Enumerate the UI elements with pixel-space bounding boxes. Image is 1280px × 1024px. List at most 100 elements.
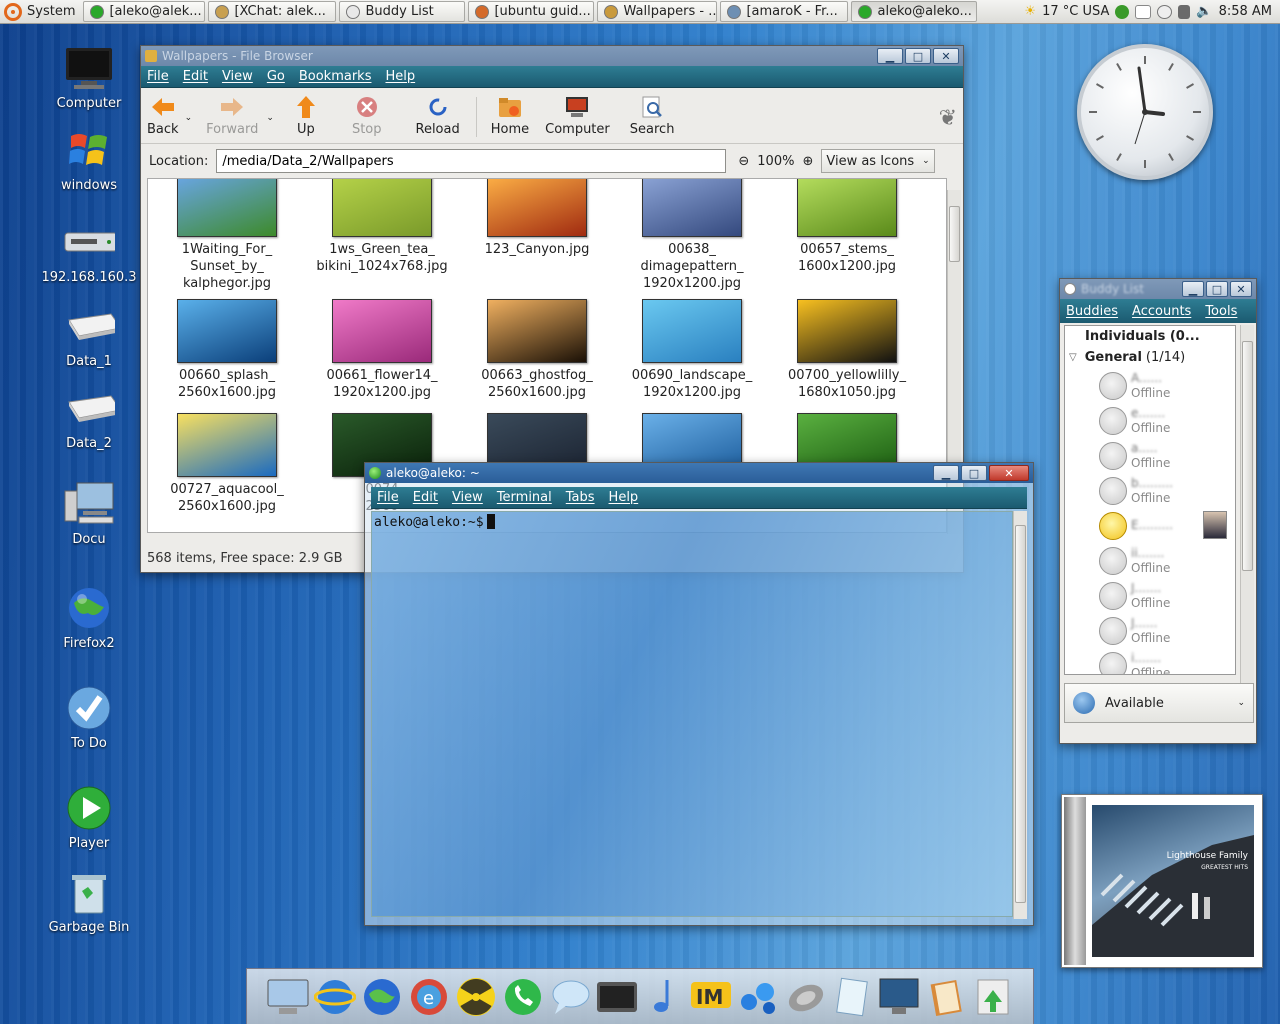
taskbar-button[interactable]: aleko@aleko... xyxy=(851,1,978,22)
desktop-icon[interactable]: Data_1 xyxy=(39,302,139,369)
dock-radiation-icon[interactable] xyxy=(454,975,497,1019)
dock-book-icon[interactable] xyxy=(924,975,967,1019)
menu-item[interactable]: File xyxy=(147,69,169,84)
leaf-icon[interactable] xyxy=(1115,4,1130,19)
buddy-row[interactable]: J....... Offline xyxy=(1065,578,1235,613)
weather-icon[interactable]: ☀ xyxy=(1024,4,1036,19)
menu-item[interactable]: Bookmarks xyxy=(299,69,372,84)
zoom-in-icon[interactable]: ⊕ xyxy=(802,154,813,169)
forward-button[interactable]: Forward xyxy=(206,95,258,137)
file-icon[interactable]: 00638_ dimagepattern_ 1920x1200.jpg xyxy=(617,179,767,292)
panel-clock[interactable]: 8:58 AM xyxy=(1219,4,1272,19)
up-button[interactable]: Up xyxy=(294,95,318,137)
buddy-list-titlebar[interactable]: Buddy List ▁ □ ✕ xyxy=(1060,279,1256,299)
buddy-scrollbar[interactable] xyxy=(1240,325,1254,691)
menu-item[interactable]: Go xyxy=(267,69,285,84)
taskbar-button[interactable]: [amaroK - Fr... xyxy=(720,1,849,22)
computer-button[interactable]: Computer xyxy=(545,95,610,137)
scrollbar-thumb[interactable] xyxy=(1242,341,1253,571)
file-icon[interactable]: 00663_ghostfog_ 2560x1600.jpg xyxy=(462,299,612,401)
dock-notepad-icon[interactable] xyxy=(830,975,873,1019)
file-browser-titlebar[interactable]: Wallpapers - File Browser ▁ □ ✕ xyxy=(141,46,963,66)
menu-item[interactable]: View xyxy=(222,69,253,84)
view-mode-select[interactable]: View as Icons ⌄ xyxy=(821,149,935,173)
expander-open-icon[interactable]: ▽ xyxy=(1069,352,1077,363)
desktop-icon[interactable]: windows xyxy=(39,126,139,193)
dock-phone-icon[interactable] xyxy=(501,975,544,1019)
terminal-output[interactable]: aleko@aleko:~$ xyxy=(371,511,1013,917)
file-icon[interactable]: 00700_yellowlilly_ 1680x1050.jpg xyxy=(772,299,922,401)
menu-item[interactable]: File xyxy=(377,490,399,505)
dock-display-icon[interactable] xyxy=(877,975,920,1019)
desktop-icon[interactable]: Data_2 xyxy=(39,384,139,451)
taskbar-button[interactable]: [ubuntu guid... xyxy=(468,1,595,22)
menu-item[interactable]: Help xyxy=(609,490,639,505)
dock-im-icon[interactable]: IM xyxy=(689,975,732,1019)
home-button[interactable]: Home xyxy=(491,95,529,137)
menu-item[interactable]: View xyxy=(452,490,483,505)
buddy-row[interactable]: b......... Offline xyxy=(1065,473,1235,508)
file-icon[interactable]: 00661_flower14_ 1920x1200.jpg xyxy=(307,299,457,401)
dock-globe-icon[interactable] xyxy=(360,975,403,1019)
desktop-icon[interactable]: Docu xyxy=(39,480,139,547)
mail-icon[interactable] xyxy=(1135,4,1152,19)
search-button[interactable]: Search xyxy=(630,95,674,137)
dock-molecule-icon[interactable] xyxy=(736,975,779,1019)
stop-button[interactable]: Stop xyxy=(352,95,382,137)
dock-monitor-icon[interactable] xyxy=(266,975,309,1019)
taskbar-button[interactable]: Wallpapers - ... xyxy=(597,1,718,22)
dock-mouse-icon[interactable] xyxy=(783,975,826,1019)
back-button[interactable]: Back xyxy=(147,95,179,137)
maximize-button[interactable]: □ xyxy=(905,48,931,64)
dock-terminal-icon[interactable] xyxy=(595,975,638,1019)
file-icon[interactable]: 00690_landscape_ 1920x1200.jpg xyxy=(617,299,767,401)
menu-item[interactable]: Edit xyxy=(183,69,208,84)
minimize-button[interactable]: ▁ xyxy=(933,465,959,481)
presence-selector[interactable]: Available ⌄ xyxy=(1064,683,1254,723)
group-individuals[interactable]: Individuals (0... xyxy=(1065,326,1235,347)
group-general[interactable]: ▽ General (1/14) xyxy=(1065,347,1235,368)
menu-item[interactable]: Edit xyxy=(413,490,438,505)
menu-item[interactable]: Help xyxy=(385,69,415,84)
forward-history-dropdown-icon[interactable]: ⌄ xyxy=(266,113,274,123)
zoom-level[interactable]: 100% xyxy=(757,154,794,169)
menu-item[interactable]: Tabs xyxy=(566,490,595,505)
taskbar-button[interactable]: [aleko@alek... xyxy=(83,1,206,22)
weather-readout[interactable]: 17 °C USA xyxy=(1042,4,1109,19)
desktop-icon[interactable]: Computer xyxy=(39,44,139,111)
file-icon[interactable]: 00657_stems_ 1600x1200.jpg xyxy=(772,179,922,275)
chat-bubble-icon[interactable] xyxy=(1157,4,1173,19)
buddy-row[interactable]: A...... Offline xyxy=(1065,368,1235,403)
terminal-titlebar[interactable]: aleko@aleko: ~ ▁ □ ✕ xyxy=(365,463,1033,483)
dock-install-icon[interactable] xyxy=(971,975,1014,1019)
scrollbar-thumb[interactable] xyxy=(949,206,960,262)
buddy-tree[interactable]: Individuals (0... ▽ General (1/14) A....… xyxy=(1064,325,1236,675)
scrollbar-thumb[interactable] xyxy=(1015,525,1026,903)
dock-internet-explorer-icon[interactable] xyxy=(313,975,356,1019)
file-icon[interactable]: 123_Canyon.jpg xyxy=(462,179,612,258)
menu-item[interactable]: Accounts xyxy=(1132,304,1191,319)
desktop-icon[interactable]: To Do xyxy=(39,684,139,751)
buddy-row[interactable]: J...... Offline xyxy=(1065,613,1235,648)
back-history-dropdown-icon[interactable]: ⌄ xyxy=(185,113,193,123)
reload-button[interactable]: Reload xyxy=(416,95,460,137)
location-input[interactable] xyxy=(216,149,727,173)
file-icon[interactable]: 00660_splash_ 2560x1600.jpg xyxy=(152,299,302,401)
menu-item[interactable]: Buddies xyxy=(1066,304,1118,319)
album-art-widget[interactable]: Lighthouse Family GREATEST HITS xyxy=(1061,794,1263,968)
minimize-button[interactable]: ▁ xyxy=(1182,281,1204,297)
desktop-icon[interactable]: Garbage Bin xyxy=(39,868,139,935)
desktop-icon[interactable]: Player xyxy=(39,784,139,851)
maximize-button[interactable]: □ xyxy=(1206,281,1228,297)
file-icon[interactable]: 1Waiting_For_ Sunset_by_ kalphegor.jpg xyxy=(152,179,302,292)
menu-item[interactable]: Terminal xyxy=(497,490,552,505)
volume-icon[interactable]: 🔈 xyxy=(1196,4,1212,19)
network-icon[interactable] xyxy=(1178,4,1191,19)
dock-music-note-icon[interactable] xyxy=(642,975,685,1019)
menu-item[interactable]: Tools xyxy=(1205,304,1237,319)
desktop-icon[interactable]: Firefox2 xyxy=(39,584,139,651)
file-icon[interactable]: 1ws_Green_tea_ bikini_1024x768.jpg xyxy=(307,179,457,275)
file-icon[interactable]: 00727_aquacool_ 2560x1600.jpg xyxy=(152,413,302,515)
buddy-row[interactable]: i....... Offline xyxy=(1065,648,1235,674)
desktop-icon[interactable]: 192.168.160.3 xyxy=(39,218,139,285)
